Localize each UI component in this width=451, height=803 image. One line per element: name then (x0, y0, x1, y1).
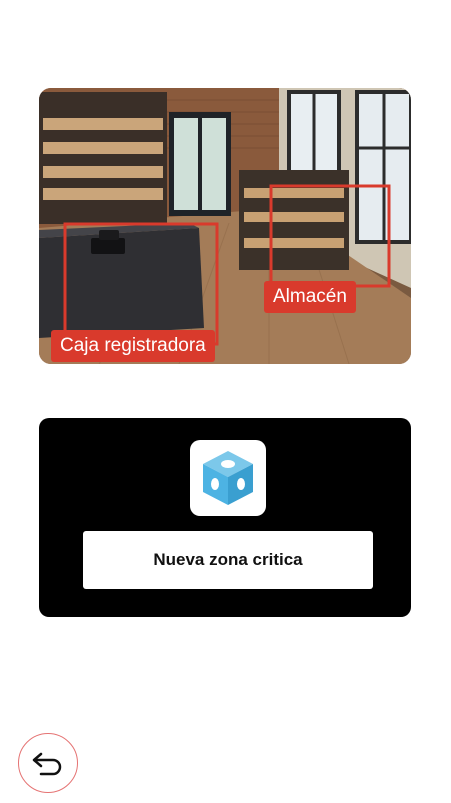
back-arrow-icon (32, 752, 62, 776)
new-zone-button[interactable]: Nueva zona critica (83, 531, 373, 589)
store-photo: Caja registradora Almacén (39, 88, 411, 364)
store-interior-image (39, 88, 411, 364)
app-icon (190, 440, 266, 516)
zone-label-caja: Caja registradora (51, 330, 215, 362)
zone-label-almacen: Almacén (264, 281, 356, 313)
new-zone-panel: Nueva zona critica (39, 418, 411, 617)
back-button[interactable] (18, 733, 78, 793)
cube-icon (203, 451, 253, 505)
